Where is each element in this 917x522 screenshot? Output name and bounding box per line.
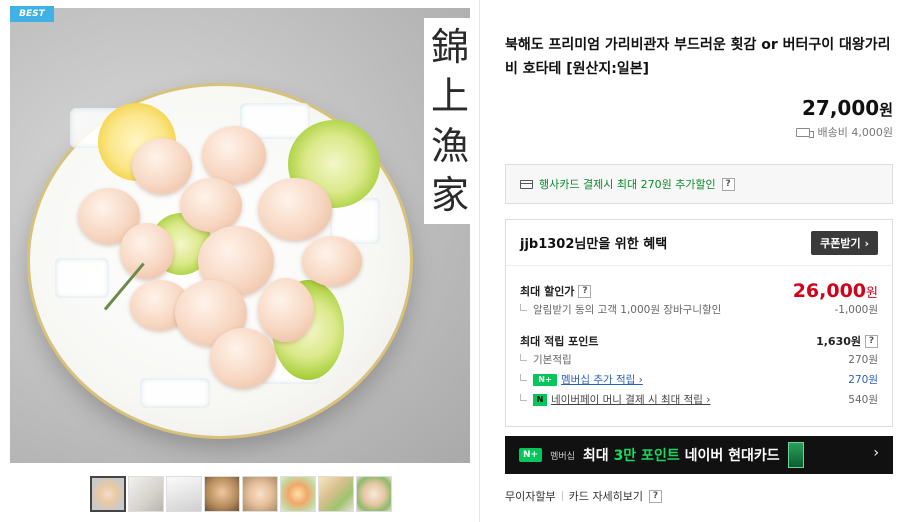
price-value: 27,000: [802, 96, 880, 120]
calligraphy-char: 上: [430, 74, 469, 119]
thumbnail-1[interactable]: [90, 476, 126, 512]
product-image-panel: 錦 上 漁 家 BEST: [0, 0, 480, 522]
help-icon[interactable]: ?: [648, 489, 662, 503]
shipping-text: 배송비 4,000원: [817, 126, 893, 139]
npay-points-value: 540원: [848, 394, 878, 406]
price-unit: 원: [879, 101, 893, 119]
naver-plus-icon: N+: [533, 373, 557, 386]
scallop: [120, 223, 174, 279]
max-points-row: 최대 적립 포인트 1,630원?: [520, 333, 878, 349]
truck-icon: [795, 127, 814, 138]
alarm-discount-value: -1,000원: [834, 304, 878, 316]
thumbnail-3[interactable]: [166, 476, 202, 512]
ice-cube: [140, 378, 210, 408]
max-discount-label: 최대 할인가: [520, 285, 575, 298]
banner-text: 최대 3만 포인트 네이버 현대카드: [583, 445, 780, 465]
naver-plus-icon: N+: [519, 448, 543, 462]
banner-text-pre: 최대: [582, 448, 614, 464]
scallop: [302, 236, 362, 286]
alarm-discount-label: 알림받기 동의 고객 1,000원 장바구니할인: [520, 302, 721, 317]
product-price: 27,000원: [802, 96, 893, 120]
benefit-header: jjb1302님만을 위한 혜택 쿠폰받기 ›: [506, 220, 892, 266]
card-promo-text: 행사카드 결제시 최대 270원 추가할인: [539, 178, 716, 191]
membership-points-value: 270원: [848, 374, 878, 386]
membership-link[interactable]: 멤버십 추가 적립 ›: [561, 372, 643, 387]
calligraphy-char: 錦: [430, 24, 469, 69]
divider: [561, 491, 563, 501]
thumbnail-4[interactable]: [204, 476, 240, 512]
installment-link[interactable]: 무이자할부: [505, 488, 556, 504]
scallop: [258, 178, 332, 240]
ice-cube: [55, 258, 109, 298]
coupon-button[interactable]: 쿠폰받기 ›: [811, 230, 878, 255]
thumbnail-strip: [90, 476, 392, 512]
chevron-right-icon: ›: [873, 445, 879, 461]
thumbnail-6[interactable]: [280, 476, 316, 512]
banner-text-highlight: 3만 포인트: [613, 448, 680, 464]
max-points-label: 최대 적립 포인트: [520, 335, 599, 348]
bottom-links: 무이자할부 카드 자세히보기 ?: [505, 488, 662, 504]
membership-points-row: N+ 멤버십 추가 적립 › 270원: [520, 372, 878, 387]
best-badge: BEST: [10, 6, 54, 22]
npay-points-row: N 네이버페이 머니 결제 시 최대 적립 › 540원: [520, 392, 878, 407]
banner-text-post: 네이버 현대카드: [679, 448, 780, 464]
scallop: [202, 126, 266, 184]
max-points-value: 1,630원: [816, 335, 861, 348]
scallop: [180, 178, 242, 232]
thumbnail-2[interactable]: [128, 476, 164, 512]
thumbnail-8[interactable]: [356, 476, 392, 512]
max-discount-unit: 원: [866, 286, 878, 301]
naver-hyundai-card-banner[interactable]: N+ 멤버십 최대 3만 포인트 네이버 현대카드 ›: [505, 436, 893, 474]
benefit-title: jjb1302님만을 위한 혜택: [520, 237, 668, 252]
card-promo-banner[interactable]: 행사카드 결제시 최대 270원 추가할인 ?: [505, 164, 893, 204]
calligraphy-logo: 錦 上 漁 家: [424, 18, 470, 224]
thumbnail-7[interactable]: [318, 476, 354, 512]
scallop: [132, 138, 192, 194]
card-image-icon: [787, 442, 804, 468]
base-points-row: 기본적립 270원: [520, 352, 878, 367]
alarm-discount-row: 알림받기 동의 고객 1,000원 장바구니할인 -1,000원: [520, 302, 878, 317]
scallop: [210, 328, 276, 388]
npay-link[interactable]: 네이버페이 머니 결제 시 최대 적립 ›: [551, 392, 710, 407]
scallop: [258, 278, 314, 342]
max-discount-price: 26,000원: [793, 280, 878, 302]
max-discount-value: 26,000: [792, 280, 867, 302]
help-icon[interactable]: ?: [721, 177, 735, 191]
naver-pay-icon: N: [533, 393, 547, 406]
help-icon[interactable]: ?: [865, 334, 878, 348]
calligraphy-char: 家: [430, 173, 469, 218]
credit-card-icon: [520, 179, 533, 189]
product-main-image[interactable]: 錦 上 漁 家: [10, 8, 470, 463]
product-info-panel: 북해도 프리미엄 가리비관자 부드러운 횟감 or 버터구이 대왕가리비 호타테…: [505, 0, 893, 522]
base-points-label: 기본적립: [520, 352, 572, 367]
benefit-box: jjb1302님만을 위한 혜택 쿠폰받기 › 최대 할인가? 26,000원 …: [505, 219, 893, 427]
product-title: 북해도 프리미엄 가리비관자 부드러운 횟감 or 버터구이 대왕가리비 호타테…: [505, 37, 891, 77]
base-points-value: 270원: [848, 354, 878, 366]
help-icon[interactable]: ?: [578, 284, 592, 298]
calligraphy-char: 漁: [430, 123, 469, 168]
card-detail-link[interactable]: 카드 자세히보기: [569, 488, 643, 504]
membership-tag: 멤버십: [550, 451, 575, 462]
max-discount-row: 최대 할인가? 26,000원: [520, 280, 878, 302]
thumbnail-5[interactable]: [242, 476, 278, 512]
shipping-info: 배송비 4,000원: [795, 124, 893, 140]
